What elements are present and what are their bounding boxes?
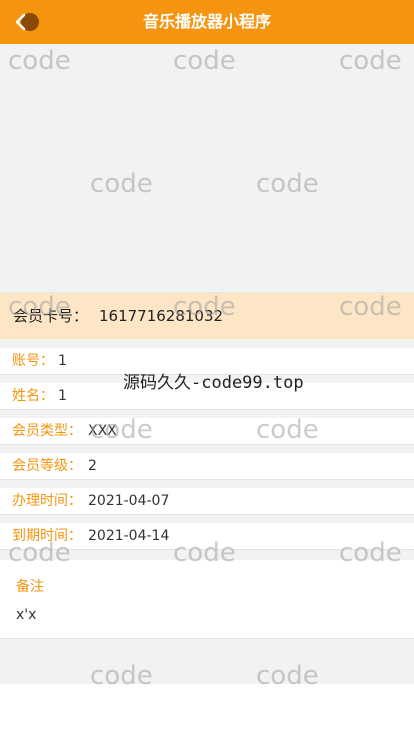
field-value: 2 xyxy=(88,458,97,474)
field-label: 姓名： xyxy=(12,388,54,404)
field-value: XXX xyxy=(88,423,117,439)
member-card-label: 会员卡号： xyxy=(13,307,89,325)
app-header: 音乐播放器小程序 xyxy=(0,0,414,44)
field-member-level: 会员等级： 2 xyxy=(0,453,414,480)
field-expire-date: 到期时间： 2021-04-14 xyxy=(0,523,414,550)
field-value: 2021-04-07 xyxy=(88,493,170,509)
field-account: 账号： 1 xyxy=(0,348,414,375)
field-label: 到期时间： xyxy=(12,528,82,544)
page-bottom xyxy=(0,684,414,738)
field-label: 办理时间： xyxy=(12,493,82,509)
page-title: 音乐播放器小程序 xyxy=(142,12,271,31)
field-member-type: 会员类型： XXX xyxy=(0,418,414,445)
field-value: 1 xyxy=(58,388,67,404)
member-card-number: 会员卡号： 1617716281032 xyxy=(0,292,414,339)
field-name: 姓名： 1 xyxy=(0,383,414,410)
remark-section: 备注 x'x xyxy=(0,560,414,639)
member-card-value: 1617716281032 xyxy=(99,307,224,325)
field-value: 2021-04-14 xyxy=(88,528,170,544)
remark-label: 备注 xyxy=(16,579,44,595)
field-label: 账号： xyxy=(12,353,54,369)
field-label: 会员等级： xyxy=(12,458,82,474)
remark-value: x'x xyxy=(16,607,37,623)
field-value: 1 xyxy=(58,353,67,369)
field-handle-date: 办理时间： 2021-04-07 xyxy=(0,488,414,515)
field-label: 会员类型： xyxy=(12,423,82,439)
